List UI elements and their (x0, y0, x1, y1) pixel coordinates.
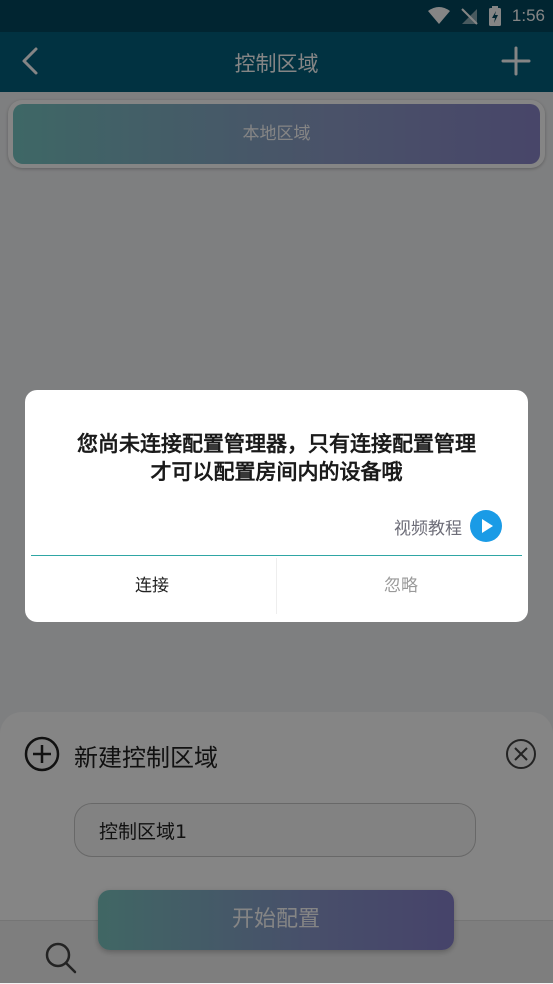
dialog-message-line-2: 才可以配置房间内的设备哦 (150, 460, 403, 484)
video-tutorial-link[interactable]: 视频教程 (394, 510, 502, 542)
ignore-button[interactable]: 忽略 (276, 556, 526, 616)
play-icon (470, 510, 502, 542)
connect-dialog: 您尚未连接配置管理器，只有连接配置管理 才可以配置房间内的设备哦 视频教程 连接… (25, 390, 528, 622)
dialog-message-line-1: 您尚未连接配置管理器，只有连接配置管理 (77, 432, 476, 456)
dialog-message: 您尚未连接配置管理器，只有连接配置管理 才可以配置房间内的设备哦 (45, 430, 508, 486)
video-tutorial-label: 视频教程 (394, 518, 462, 539)
connect-button[interactable]: 连接 (27, 556, 277, 616)
